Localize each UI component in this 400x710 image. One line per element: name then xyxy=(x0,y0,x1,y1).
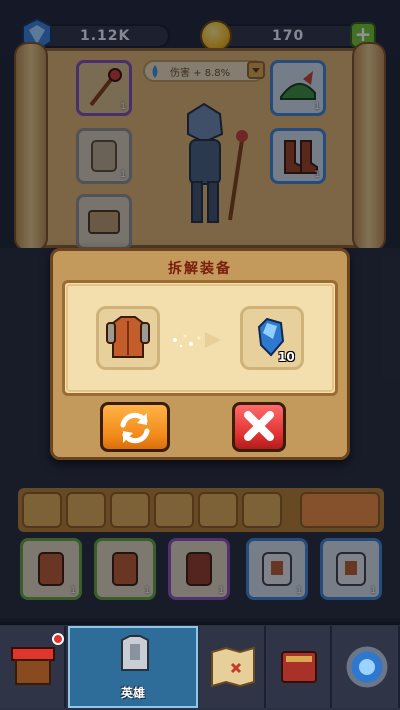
inventory-item[interactable]: 1 xyxy=(246,538,308,600)
refresh-arrows-icon xyxy=(120,412,150,444)
item-level: 1 xyxy=(144,586,150,596)
category-tab[interactable] xyxy=(242,492,282,528)
stat-bonus-text: 伤害 + 8.8% xyxy=(170,68,231,79)
gem-amount: 1.12K xyxy=(80,28,131,44)
shop-notification-dot xyxy=(52,633,64,645)
conversion-arrow-icon xyxy=(173,332,221,348)
nav-book[interactable] xyxy=(266,626,332,708)
inventory-item[interactable]: 1 xyxy=(94,538,156,600)
equip-level: 1 xyxy=(314,102,320,112)
result-gem-count: 10 xyxy=(278,350,295,364)
dialog-title: 拆解装备 xyxy=(168,261,232,277)
nav-map[interactable] xyxy=(200,626,266,708)
inventory-item[interactable]: 1 xyxy=(168,538,230,600)
hero-character xyxy=(187,102,248,223)
item-level: 1 xyxy=(218,586,224,596)
shop-stall-icon xyxy=(11,647,55,685)
category-tab[interactable] xyxy=(110,492,150,528)
book-icon xyxy=(281,651,317,683)
equip-slot-book[interactable] xyxy=(76,194,132,250)
close-x-icon xyxy=(244,411,274,441)
inventory-item[interactable]: 1 xyxy=(20,538,82,600)
map-icon xyxy=(211,646,255,688)
inventory-item[interactable]: 1 xyxy=(320,538,382,600)
equip-slot-boots[interactable]: 1 xyxy=(270,128,326,184)
equip-level: 1 xyxy=(314,170,320,180)
armor-icon xyxy=(121,635,149,671)
category-tab[interactable] xyxy=(154,492,194,528)
vest-icon xyxy=(106,316,150,358)
close-button[interactable] xyxy=(232,402,286,452)
item-level: 1 xyxy=(70,586,76,596)
portal-icon xyxy=(346,646,388,688)
nav-hero-label: 英雄 xyxy=(120,686,145,700)
item-level: 1 xyxy=(370,586,376,596)
equip-level: 1 xyxy=(120,170,126,180)
stat-dropdown-button[interactable] xyxy=(247,61,265,79)
coin-amount: 170 xyxy=(272,28,305,44)
tome-icon xyxy=(88,210,120,234)
category-tab[interactable] xyxy=(66,492,106,528)
nav-portal[interactable] xyxy=(332,626,400,708)
refresh-button[interactable] xyxy=(100,402,170,452)
category-tab[interactable] xyxy=(22,492,62,528)
scroll-edge-right xyxy=(352,42,386,252)
item-level: 1 xyxy=(296,586,302,596)
scroll-edge-left xyxy=(14,42,48,252)
equip-slot-armor[interactable]: 1 xyxy=(76,128,132,184)
category-tab-active[interactable] xyxy=(300,492,380,528)
equip-slot-weapon[interactable]: 1 xyxy=(76,60,132,116)
source-equipment-slot xyxy=(96,306,160,370)
equip-level: 1 xyxy=(120,102,126,112)
category-tab[interactable] xyxy=(198,492,238,528)
water-drop-icon xyxy=(152,65,158,78)
equip-slot-helmet[interactable]: 1 xyxy=(270,60,326,116)
